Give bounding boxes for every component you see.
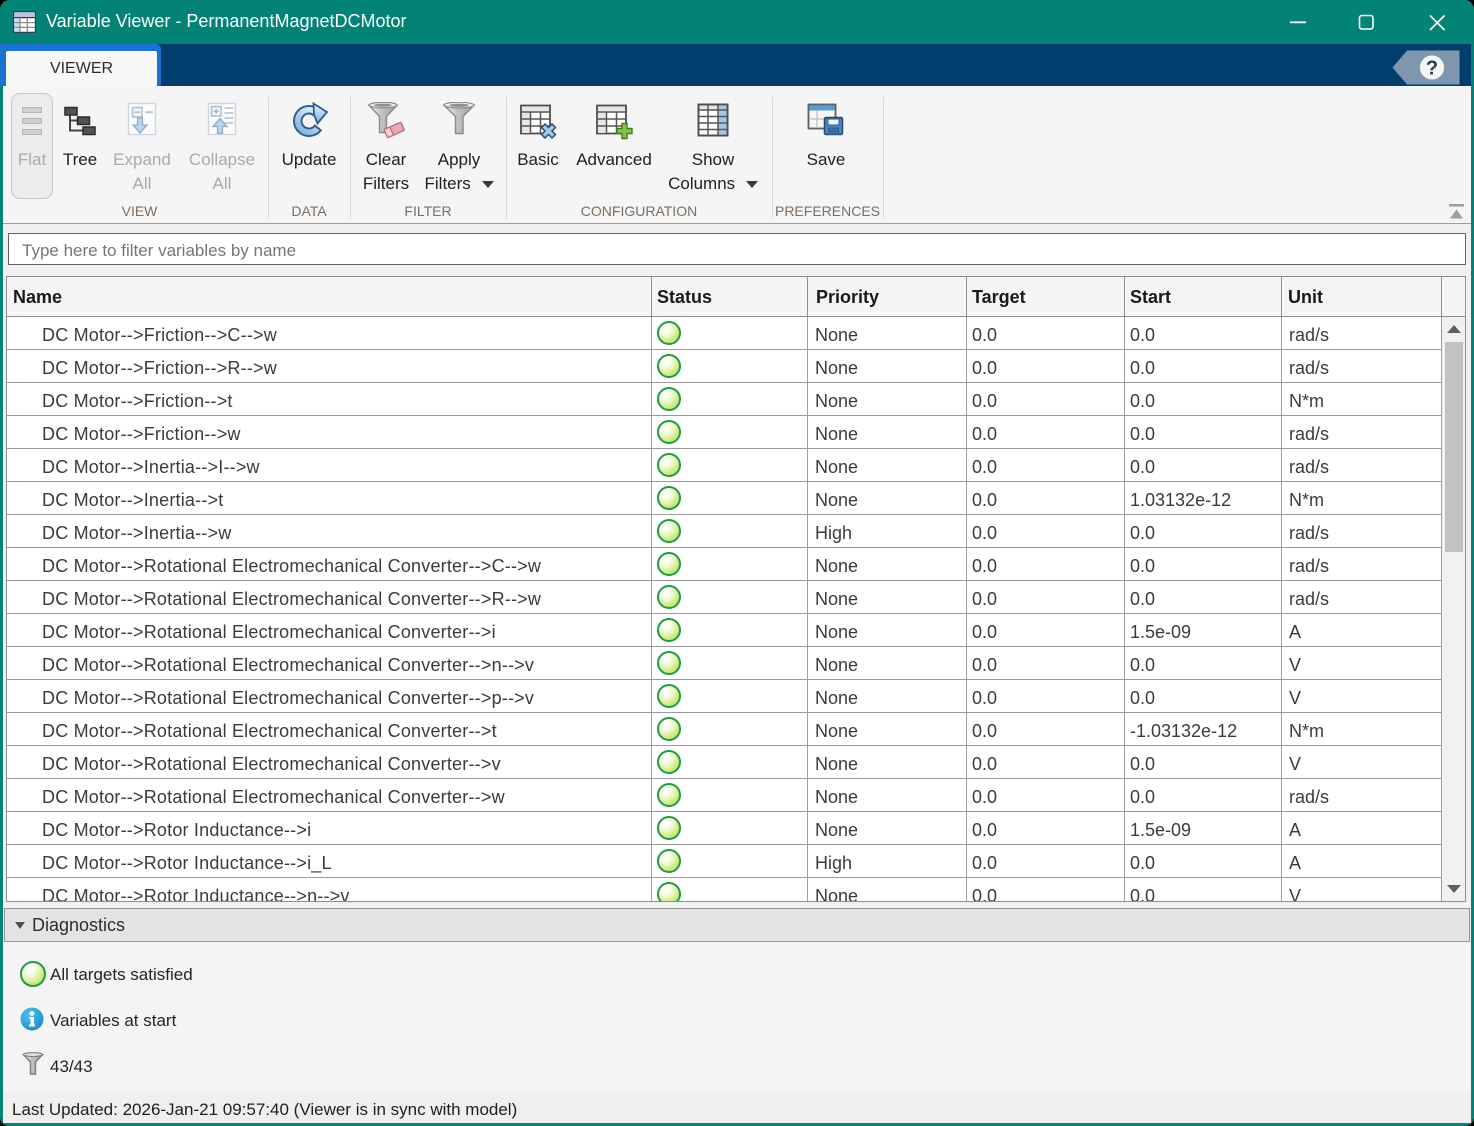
svg-text:?: ? [1426, 58, 1438, 80]
